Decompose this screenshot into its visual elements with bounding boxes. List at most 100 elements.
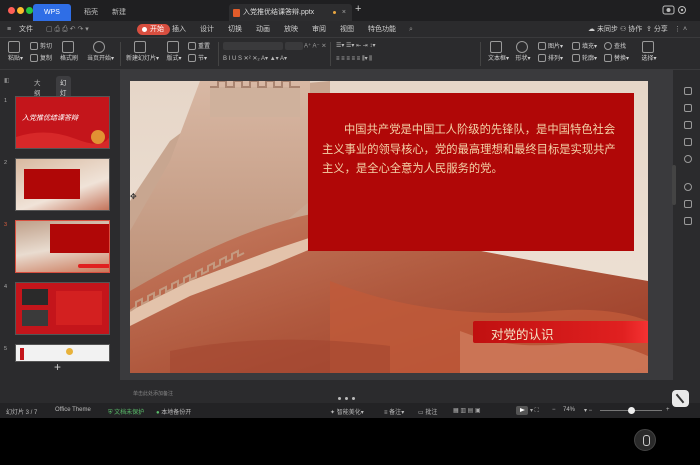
menu-animation[interactable]: 动画 (256, 21, 270, 38)
maximize-window-button[interactable] (26, 7, 33, 14)
fill-button[interactable]: 填充▾ (572, 41, 597, 51)
slide-pager-dots[interactable] (338, 395, 368, 400)
menu-insert[interactable]: 插入 (172, 21, 186, 38)
notes-toggle-button[interactable]: ≡ 备注▾ (384, 407, 404, 416)
tab-outline[interactable]: 大纲 (34, 77, 41, 97)
view-mode-icons[interactable]: ▦ ▥ ▤ ▣ (453, 407, 481, 414)
mouse-cursor-icon: ✥ (130, 192, 137, 201)
menu-bar: ≡ 文件 ▢ ⎙ ⎙ ↶ ↷ ▾ 开始 插入 设计 切换 动画 放映 审阅 视图… (0, 21, 700, 38)
menu-special-features[interactable]: 特色功能 (368, 21, 396, 38)
paragraph-list-icons[interactable]: ☰▾ ☰▾ ⇤ ⇥ ↕▾ (336, 42, 376, 49)
slide-thumbnail-panel: 大纲 幻灯片 ◧ 1 入党推优结课答辩 2 3 4 (0, 70, 118, 402)
menu-start[interactable]: 开始 (137, 24, 170, 35)
arrange-button[interactable]: 排列▾ (538, 53, 563, 63)
textbox-button[interactable]: 文本框▾ (488, 41, 509, 62)
zoom-slider-handle[interactable] (628, 407, 635, 414)
slide-thumbnail-5[interactable] (15, 344, 110, 362)
new-slide-button[interactable]: 新建幻灯片▾ (126, 41, 159, 62)
paste-button[interactable]: 粘贴▾ (8, 41, 23, 62)
scissors-icon (30, 42, 38, 51)
share-button[interactable]: ⇪ 分享 (646, 21, 668, 38)
cut-button[interactable]: 剪切 (30, 41, 52, 51)
reset-button[interactable]: 重置 (188, 41, 210, 51)
replace-button[interactable]: 替换▾ (604, 53, 629, 63)
settings-icon[interactable] (684, 183, 692, 191)
play-options-icon[interactable]: ▾ ⛶ (530, 407, 539, 415)
smart-beautify-button[interactable]: ✦ 智能美化▾ (330, 407, 364, 416)
tab-new[interactable]: 新建 (106, 4, 132, 21)
new-slide-icon (134, 41, 146, 53)
close-tab-icon[interactable]: × (342, 4, 346, 21)
select-button[interactable]: 选择▾ (640, 41, 658, 62)
cursor-icon (642, 41, 654, 53)
zoom-out-icon[interactable]: − (552, 407, 556, 413)
picture-button[interactable]: 图片▾ (538, 41, 563, 51)
thumb1-title: 入党推优结课答辩 (22, 114, 78, 122)
more-menu-icon[interactable]: ⋮ ˄ (674, 21, 687, 38)
history-icon[interactable] (684, 155, 692, 163)
play-from-current-button[interactable]: 当页开始▾ (87, 41, 114, 62)
slide-thumbnail-3[interactable] (15, 220, 110, 273)
tools-icon[interactable] (684, 217, 692, 225)
protect-status[interactable]: ⛨ 文档未保护 (108, 407, 144, 417)
microphone-button[interactable] (634, 429, 656, 451)
paragraph-align-icons[interactable]: ≡ ≡ ≡ ≡ ≡ ⫼▾ ⫼ (336, 55, 372, 63)
menu-file[interactable]: 文件 (19, 21, 33, 38)
tab-wps[interactable]: WPS (33, 4, 71, 21)
menu-icon[interactable]: ≡ (7, 21, 11, 38)
slide-canvas: 中国共产党是中国工人阶级的先锋队，是中国特色社会主义事业的领导核心，党的最高理想… (120, 70, 673, 380)
reset-icon (188, 42, 196, 51)
copy-button[interactable]: 复制 (30, 53, 52, 63)
font-controls[interactable]: A⁺ A⁻ ✕ (223, 42, 326, 50)
slide-thumbnail-1[interactable]: 入党推优结课答辩 (15, 96, 110, 149)
slide-text-box[interactable]: 中国共产党是中国工人阶级的先锋队，是中国特色社会主义事业的领导核心，党的最高理想… (308, 93, 634, 251)
menu-slideshow[interactable]: 放映 (284, 21, 298, 38)
style-icon[interactable] (684, 104, 692, 112)
section-button[interactable]: 节▾ (188, 53, 207, 63)
menu-transition[interactable]: 切换 (228, 21, 242, 38)
slide-section-label[interactable]: 对党的认识 (473, 321, 648, 343)
zoom-level[interactable]: 74% (563, 407, 575, 413)
collab-button[interactable]: ⚇ 协作 (620, 21, 642, 38)
paste-icon (8, 41, 20, 53)
slide-number: 5 (4, 346, 8, 352)
zoom-in-icon[interactable]: + (666, 407, 670, 413)
notes-area[interactable]: 单击此处添加备注 (133, 390, 173, 397)
pen-tool-button[interactable] (672, 390, 689, 407)
shape-button[interactable]: 形状▾ (514, 41, 532, 62)
panel-collapse-icon[interactable]: ◧ (4, 77, 10, 84)
picture-icon (538, 42, 546, 51)
find-button[interactable]: 查找 (604, 41, 626, 51)
menu-design[interactable]: 设计 (200, 21, 214, 38)
search-icon[interactable]: ⌕ (409, 21, 413, 38)
format-painter-button[interactable]: 格式刷 (58, 41, 80, 62)
comments-button[interactable]: ▭ 批注 (418, 407, 437, 416)
chart-icon[interactable] (684, 138, 692, 146)
close-window-button[interactable] (8, 7, 15, 14)
layout-button[interactable]: 版式▾ (165, 41, 183, 62)
minimize-window-button[interactable] (17, 7, 24, 14)
menu-view[interactable]: 视图 (340, 21, 354, 38)
outline-button[interactable]: 轮廓▾ (572, 53, 597, 63)
outline-icon (572, 54, 580, 63)
window-layout-icons[interactable] (662, 5, 692, 16)
tab-document[interactable]: 入党推优结课答辩.pptx × (229, 4, 352, 21)
zoom-dropdown-icon[interactable]: ▾ − (584, 407, 592, 414)
star-icon[interactable] (684, 200, 692, 208)
backup-status[interactable]: ● 本地备份开 (156, 407, 191, 416)
vertical-scrollbar[interactable] (672, 165, 676, 205)
object-properties-icon[interactable] (684, 87, 692, 95)
tab-daoke[interactable]: 稻壳 (78, 4, 106, 21)
animation-pane-icon[interactable] (684, 121, 692, 129)
theme-name[interactable]: Office Theme (55, 407, 91, 413)
menu-review[interactable]: 审阅 (312, 21, 326, 38)
font-style-icons[interactable]: B I U S ✕² ✕₂ A▾ ▲▾ A▾ (223, 55, 287, 62)
add-slide-plus-icon[interactable]: + (54, 360, 61, 374)
slide-thumbnail-2[interactable] (15, 158, 110, 211)
quick-access-icons[interactable]: ▢ ⎙ ⎙ ↶ ↷ ▾ (46, 21, 89, 38)
new-tab-plus-icon[interactable]: + (355, 3, 361, 15)
slide-3[interactable]: 中国共产党是中国工人阶级的先锋队，是中国特色社会主义事业的领导核心，党的最高理想… (130, 81, 648, 373)
sync-status[interactable]: ☁ 未同步 (588, 21, 618, 38)
slideshow-play-button[interactable] (516, 406, 528, 415)
slide-thumbnail-4[interactable] (15, 282, 110, 335)
